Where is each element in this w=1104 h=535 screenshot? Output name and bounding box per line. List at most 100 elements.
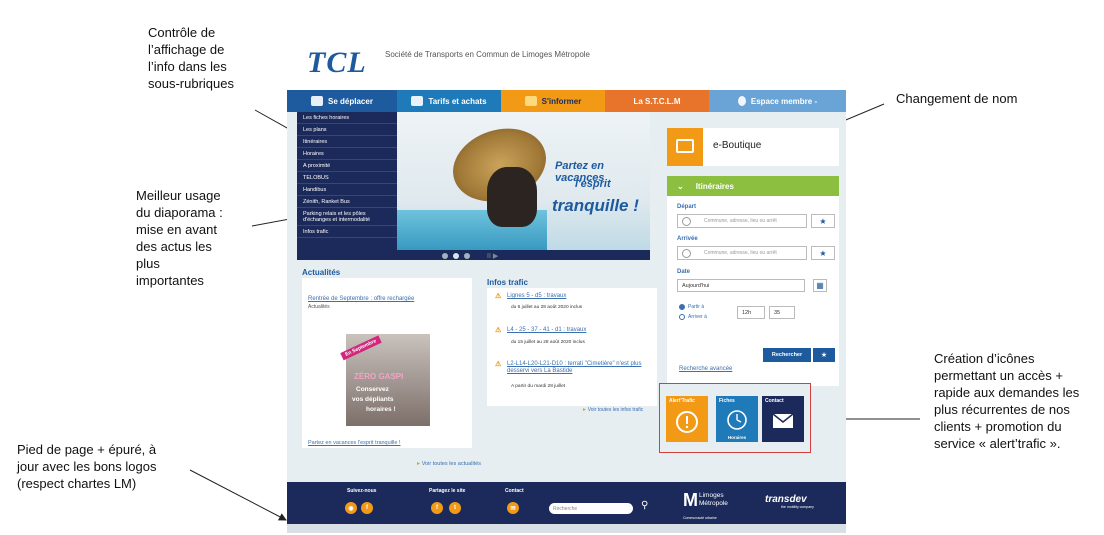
slide-dot[interactable] bbox=[464, 253, 470, 259]
voir-infos-trafic-link[interactable]: ▸ Voir toutes les infos trafic bbox=[583, 406, 643, 413]
cart-icon bbox=[676, 139, 694, 153]
footer-bottom-bar bbox=[287, 524, 846, 533]
dropdown-item[interactable]: Handibus bbox=[297, 184, 397, 196]
trafic-link[interactable]: Lignes 5 - d5 : travaux bbox=[507, 293, 566, 299]
ticket-icon bbox=[411, 96, 424, 106]
arriver-radio[interactable]: Arriver à bbox=[679, 314, 707, 320]
news-image-title: ZÉRO GASPI bbox=[354, 372, 404, 381]
alert-icon bbox=[676, 411, 698, 433]
website-screenshot: TCL Société de Transports en Commun de L… bbox=[287, 40, 846, 533]
hour-select[interactable]: 12h bbox=[737, 306, 765, 319]
nav-tarifs-achats[interactable]: Tarifs et achats bbox=[397, 90, 501, 112]
nav-se-deplacer[interactable]: Se déplacer bbox=[287, 90, 397, 112]
trafic-date: A partir du mardi 28 juillet bbox=[511, 384, 566, 389]
depart-favorite-button[interactable]: ★ bbox=[811, 214, 835, 228]
mail-icon[interactable]: ✉ bbox=[507, 502, 519, 514]
twitter-icon[interactable]: t bbox=[449, 502, 461, 514]
depart-label: Départ bbox=[677, 204, 697, 210]
nav-espace-membre[interactable]: Espace membre - bbox=[709, 90, 846, 112]
date-select[interactable]: Aujourd'hui bbox=[677, 279, 805, 292]
radio-icon bbox=[679, 314, 685, 320]
eboutique-box[interactable]: e-Boutique bbox=[667, 128, 839, 166]
transdev-logo[interactable]: transdev the mobility company bbox=[765, 494, 814, 509]
arrow-pied bbox=[189, 469, 287, 521]
news-image[interactable]: En Septembre ZÉRO GASPI Conservez vos dé… bbox=[340, 334, 430, 426]
annotation-changement-nom: Changement de nom bbox=[896, 91, 1018, 106]
dropdown-item[interactable]: Horaires bbox=[297, 148, 397, 160]
dropdown-item[interactable]: Zénith, Ranket Bus bbox=[297, 196, 397, 208]
rss-icon[interactable]: ◉ bbox=[345, 502, 357, 514]
partagez-label: Partagez le site bbox=[429, 488, 466, 494]
slide-dot[interactable] bbox=[442, 253, 448, 259]
dropdown-item[interactable]: Infos trafic bbox=[297, 226, 397, 238]
infos-trafic-panel: ⚠ Lignes 5 - d5 : travaux du 6 juillet a… bbox=[487, 288, 657, 406]
eboutique-label: e-Boutique bbox=[713, 140, 762, 151]
search-icon[interactable]: ⚲ bbox=[641, 500, 648, 511]
dropdown-item[interactable]: A proximité bbox=[297, 160, 397, 172]
pause-play-icon[interactable]: II ▶ bbox=[487, 252, 498, 260]
annotation-pied-de-page: Pied de page + épuré, à jour avec les bo… bbox=[17, 442, 157, 491]
nav-stclm[interactable]: La S.T.C.L.M bbox=[605, 90, 709, 112]
warning-icon: ⚠ bbox=[495, 361, 502, 368]
se-deplacer-dropdown: Les fiches horaires Les plans Itinéraire… bbox=[297, 112, 397, 260]
dropdown-item[interactable]: Les plans bbox=[297, 124, 397, 136]
dropdown-item[interactable]: Parking relais et les pôles d'échanges e… bbox=[297, 208, 397, 226]
voir-actualites-link[interactable]: ▸ Voir toutes les actualités bbox=[417, 460, 481, 467]
favorite-search-button[interactable]: ★ bbox=[813, 348, 835, 362]
facebook-icon[interactable]: f bbox=[361, 502, 373, 514]
trafic-date: du 15 juillet au 28 août 2020 inclus bbox=[511, 340, 585, 345]
itineraires-header[interactable]: ⌄ Itinéraires bbox=[667, 176, 839, 196]
news-link[interactable]: Partez en vacances l'esprit tranquille ! bbox=[308, 440, 400, 446]
actualites-panel: Rentrée de Septembre : offre rechargée A… bbox=[302, 278, 472, 448]
hero-slideshow[interactable]: Partez en vacances l'esprit tranquille ! bbox=[397, 112, 650, 260]
lm-subtitle: Communauté urbaine bbox=[683, 516, 717, 520]
slideshow-controls: II ▶ bbox=[397, 250, 650, 260]
dropdown-item[interactable]: Les fiches horaires bbox=[297, 112, 397, 124]
hero-text: l'esprit bbox=[575, 178, 611, 190]
fiches-horaires-tile[interactable]: Fiches Horaires bbox=[716, 396, 758, 442]
lm-mark: M bbox=[683, 490, 698, 510]
alert-trafic-tile[interactable]: Alert'Trafic bbox=[666, 396, 708, 442]
slide-dot[interactable] bbox=[453, 253, 459, 259]
footer-search-input[interactable]: Recherche bbox=[549, 503, 633, 514]
dropdown-item[interactable]: TELOBUS bbox=[297, 172, 397, 184]
minute-select[interactable]: 35 bbox=[769, 306, 795, 319]
dropdown-item[interactable]: Itinéraires bbox=[297, 136, 397, 148]
hero-text: tranquille ! bbox=[552, 196, 639, 215]
tcl-logo[interactable]: TCL bbox=[307, 46, 367, 80]
rechercher-button[interactable]: Rechercher bbox=[763, 348, 811, 362]
contact-tile[interactable]: Contact bbox=[762, 396, 804, 442]
annotation-diaporama: Meilleur usage du diaporama : mise en av… bbox=[136, 188, 223, 288]
limoges-metropole-logo[interactable]: M Limoges Métropole Communauté urbaine bbox=[683, 490, 728, 520]
locate-icon bbox=[682, 249, 691, 258]
depart-field[interactable]: Commune, adresse, lieu ou arrêt bbox=[677, 214, 807, 228]
trafic-link[interactable]: L4 - 25 - 37 - 41 - d1 : travaux bbox=[507, 327, 586, 333]
facebook-share-icon[interactable]: f bbox=[431, 502, 443, 514]
date-label: Date bbox=[677, 269, 691, 275]
news-category: Actualités bbox=[308, 304, 330, 310]
itineraires-widget: ⌄ Itinéraires Départ Commune, adresse, l… bbox=[667, 176, 839, 386]
locate-icon bbox=[682, 217, 691, 226]
hero-person-image bbox=[487, 167, 537, 227]
nav-s-informer[interactable]: S'informer bbox=[501, 90, 605, 112]
slideshow-dots: II ▶ bbox=[442, 252, 498, 260]
contact-label: Contact bbox=[505, 488, 524, 494]
trafic-link[interactable]: L2-L14-L20-L21-D10 : terrati "Cimetière"… bbox=[507, 361, 647, 375]
news-link[interactable]: Rentrée de Septembre : offre rechargée bbox=[308, 296, 414, 302]
site-footer: Suivez-nous ◉ f Partagez le site f t Con… bbox=[287, 482, 846, 524]
recherche-avancee-link[interactable]: Recherche avancée bbox=[679, 366, 732, 372]
news-image-text: vos dépliants bbox=[352, 396, 394, 403]
walker-icon bbox=[311, 96, 324, 106]
quick-access-tiles: Alert'Trafic Fiches Horaires Contact bbox=[659, 383, 811, 453]
arrivee-label: Arrivée bbox=[677, 236, 698, 242]
radio-icon bbox=[679, 304, 685, 310]
infos-trafic-title: Infos trafic bbox=[487, 278, 528, 287]
trafic-date: du 6 juillet au 28 août 2020 inclus bbox=[511, 305, 583, 310]
news-image-text: horaires ! bbox=[366, 406, 396, 413]
arrivee-field[interactable]: Commune, adresse, lieu ou arrêt bbox=[677, 246, 807, 260]
envelope-icon bbox=[772, 413, 794, 428]
arrivee-favorite-button[interactable]: ★ bbox=[811, 246, 835, 260]
partir-radio[interactable]: Partir à bbox=[679, 304, 704, 310]
calendar-icon[interactable]: ▦ bbox=[813, 279, 827, 292]
actualites-title: Actualités bbox=[302, 268, 341, 277]
